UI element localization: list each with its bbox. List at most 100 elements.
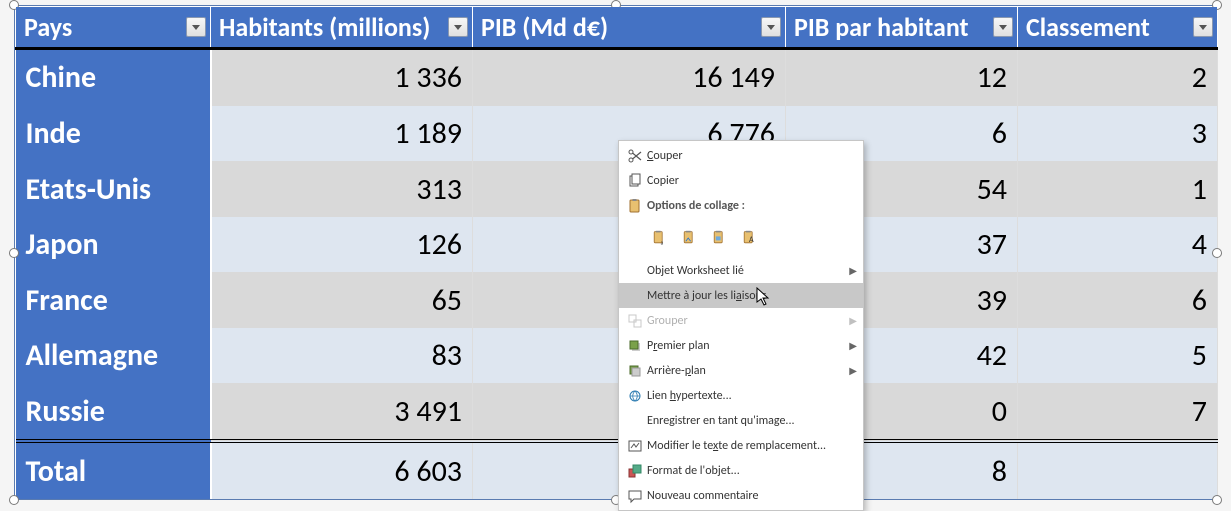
table-row: Japon126374	[16, 217, 1218, 273]
resize-handle-bottom-left[interactable]	[9, 495, 19, 505]
submenu-arrow-icon: ▶	[849, 339, 857, 352]
cell-rank: 4	[1018, 217, 1218, 273]
table-row: Chine1 33616 149122	[16, 49, 1218, 106]
filter-dropdown-icon[interactable]	[761, 17, 781, 37]
svg-text:A: A	[749, 235, 754, 245]
comment-icon	[623, 488, 647, 504]
hyperlink-icon	[623, 388, 647, 404]
menu-label: Arrière-plan	[647, 364, 845, 378]
scissors-icon	[623, 148, 647, 164]
col-header-label: Pays	[24, 11, 72, 43]
total-pop: 6 603	[211, 441, 473, 499]
submenu-arrow-icon: ▶	[849, 264, 857, 277]
table-row: Inde1 1896 77663	[16, 106, 1218, 162]
submenu-arrow-icon: ▶	[849, 314, 857, 327]
row-country: Japon	[16, 217, 211, 273]
filter-dropdown-icon[interactable]	[186, 17, 206, 37]
total-label: Total	[16, 441, 211, 499]
menu-label: Modifier le texte de remplacement...	[647, 439, 857, 453]
paste-option-keep-source[interactable]: a	[647, 224, 671, 252]
col-header-label: Classement	[1026, 11, 1150, 43]
cell-pop: 1 336	[211, 49, 473, 106]
menu-item-format-object[interactable]: Format de l'objet...	[619, 458, 863, 483]
cell-pop: 65	[211, 272, 473, 328]
filter-dropdown-icon[interactable]	[1193, 17, 1213, 37]
data-table: Pays Habitants (millions) PIB (Md d€)	[15, 6, 1218, 499]
resize-handle-bottom-right[interactable]	[1212, 495, 1222, 505]
clipboard-icon	[623, 198, 647, 214]
cell-rank: 7	[1018, 383, 1218, 441]
menu-item-new-comment[interactable]: Nouveau commentaire	[619, 483, 863, 508]
group-icon	[623, 313, 647, 329]
row-country: Inde	[16, 106, 211, 162]
cell-rank: 2	[1018, 49, 1218, 106]
cell-pib-hab: 12	[786, 49, 1018, 106]
filter-dropdown-icon[interactable]	[993, 17, 1013, 37]
row-country: Etats-Unis	[16, 161, 211, 217]
copy-icon	[623, 173, 647, 189]
menu-label: Format de l'objet...	[647, 464, 857, 478]
bring-front-icon	[623, 338, 647, 354]
col-header-pib[interactable]: PIB (Md d€)	[473, 7, 786, 49]
menu-item-copy[interactable]: Copier	[619, 168, 863, 193]
resize-handle-mid-right[interactable]	[1212, 248, 1222, 258]
row-country: Allemagne	[16, 328, 211, 384]
table-row: Russie3 49107	[16, 383, 1218, 441]
menu-item-linked-object[interactable]: Objet Worksheet lié ▶	[619, 258, 863, 283]
total-rank	[1018, 441, 1218, 499]
menu-label: Copier	[647, 174, 857, 188]
menu-label: Enregistrer en tant qu'image...	[647, 414, 857, 428]
menu-label: Lien hypertexte...	[647, 389, 857, 403]
filter-dropdown-icon[interactable]	[448, 17, 468, 37]
menu-item-save-as-image[interactable]: Enregistrer en tant qu'image...	[619, 408, 863, 433]
col-header-label: PIB par habitant	[794, 11, 969, 43]
col-header-pib-hab[interactable]: PIB par habitant	[786, 7, 1018, 49]
alt-text-icon	[623, 438, 647, 454]
cell-pop: 126	[211, 217, 473, 273]
resize-handle-mid-left[interactable]	[9, 248, 19, 258]
col-header-pays[interactable]: Pays	[16, 7, 211, 49]
context-menu: Couper Copier Options de collage : a A O…	[618, 140, 864, 511]
cell-rank: 1	[1018, 161, 1218, 217]
table-header-row: Pays Habitants (millions) PIB (Md d€)	[16, 7, 1218, 49]
embedded-worksheet-object[interactable]: Pays Habitants (millions) PIB (Md d€)	[14, 5, 1217, 500]
cell-pop: 1 189	[211, 106, 473, 162]
menu-label: Mettre à jour les liaisons	[647, 289, 857, 303]
menu-label: Couper	[647, 149, 857, 163]
send-back-icon	[623, 363, 647, 379]
cell-pib: 16 149	[473, 49, 786, 106]
menu-label: Nouveau commentaire	[647, 489, 857, 503]
menu-label: Premier plan	[647, 339, 845, 353]
svg-text:a: a	[661, 239, 664, 246]
table-row: France65396	[16, 272, 1218, 328]
table-row: Etats-Unis313541	[16, 161, 1218, 217]
row-country: Russie	[16, 383, 211, 441]
menu-label: Objet Worksheet lié	[647, 264, 845, 278]
cell-rank: 3	[1018, 106, 1218, 162]
cell-rank: 5	[1018, 328, 1218, 384]
paste-option-picture[interactable]	[707, 224, 731, 252]
menu-item-alt-text[interactable]: Modifier le texte de remplacement...	[619, 433, 863, 458]
col-header-classement[interactable]: Classement	[1018, 7, 1218, 49]
row-country: France	[16, 272, 211, 328]
menu-item-update-links[interactable]: Mettre à jour les liaisons	[619, 283, 863, 308]
table-total-row: Total6 6038	[16, 441, 1218, 499]
col-header-label: Habitants (millions)	[219, 11, 430, 43]
cell-pop: 83	[211, 328, 473, 384]
cell-pop: 313	[211, 161, 473, 217]
menu-item-hyperlink[interactable]: Lien hypertexte...	[619, 383, 863, 408]
submenu-arrow-icon: ▶	[849, 364, 857, 377]
paste-option-text-only[interactable]: A	[737, 224, 761, 252]
paste-options-row: a A	[619, 218, 863, 258]
menu-item-send-back[interactable]: Arrière-plan ▶	[619, 358, 863, 383]
format-object-icon	[623, 463, 647, 479]
menu-label: Options de collage :	[647, 199, 857, 213]
menu-item-cut[interactable]: Couper	[619, 143, 863, 168]
col-header-habitants[interactable]: Habitants (millions)	[211, 7, 473, 49]
menu-item-bring-front[interactable]: Premier plan ▶	[619, 333, 863, 358]
paste-option-merge[interactable]	[677, 224, 701, 252]
table-row: Allemagne83425	[16, 328, 1218, 384]
menu-item-paste-options-header: Options de collage :	[619, 193, 863, 218]
cell-pop: 3 491	[211, 383, 473, 441]
menu-label: Grouper	[647, 314, 845, 328]
